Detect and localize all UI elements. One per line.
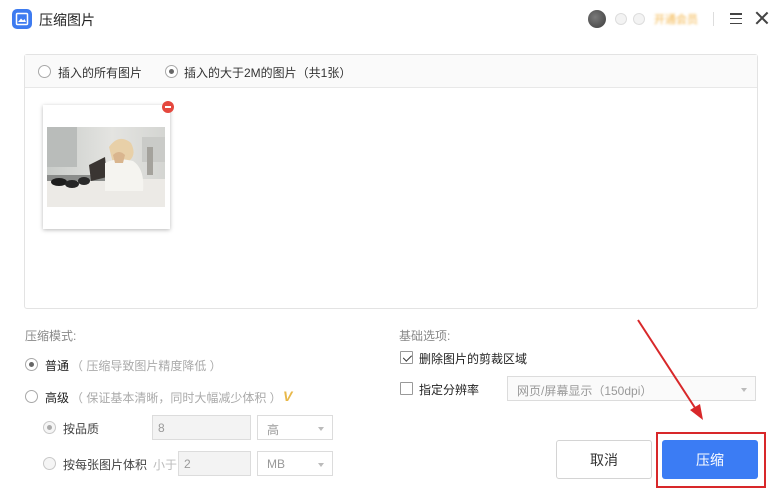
basic-options-title: 基础选项: bbox=[399, 329, 451, 343]
delete-cropped-checkbox[interactable] bbox=[400, 351, 413, 364]
by-quality-label[interactable]: 按品质 bbox=[63, 420, 99, 437]
by-size-radio[interactable] bbox=[43, 457, 56, 470]
remove-image-icon[interactable] bbox=[162, 101, 174, 113]
cancel-button[interactable]: 取消 bbox=[556, 440, 652, 479]
close-icon[interactable] bbox=[755, 11, 769, 25]
mode-normal-hint: （ 压缩导致图片精度降低 ） bbox=[71, 359, 222, 373]
thumbnail-photo bbox=[47, 127, 165, 207]
mode-normal-label[interactable]: 普通 bbox=[45, 357, 69, 374]
size-input[interactable]: 2 bbox=[178, 451, 251, 476]
image-thumbnail[interactable] bbox=[43, 105, 170, 229]
size-unit-value: MB bbox=[267, 457, 285, 471]
quality-input[interactable]: 8 bbox=[152, 415, 251, 440]
resolution-label[interactable]: 指定分辨率 bbox=[419, 381, 479, 398]
highlight-box bbox=[656, 432, 766, 488]
avatar[interactable] bbox=[588, 10, 606, 28]
compress-app-icon bbox=[12, 9, 32, 29]
image-filter-bar: 插入的所有图片 插入的大于2M的图片（共1张） bbox=[25, 55, 757, 88]
filter-large-label[interactable]: 插入的大于2M的图片（共1张） bbox=[184, 64, 351, 81]
quality-select[interactable]: 高 bbox=[257, 415, 333, 440]
vip-level-icon bbox=[633, 13, 645, 25]
chevron-down-icon bbox=[318, 463, 324, 467]
annotation-arrow-icon bbox=[637, 319, 703, 420]
filter-large-radio[interactable] bbox=[165, 65, 178, 78]
mode-advanced-label[interactable]: 高级 bbox=[45, 389, 69, 406]
by-size-label[interactable]: 按每张图片体积 bbox=[63, 456, 147, 473]
size-unit-select[interactable]: MB bbox=[257, 451, 333, 476]
compress-mode-title: 压缩模式: bbox=[25, 329, 77, 343]
delete-cropped-label[interactable]: 删除图片的剪裁区域 bbox=[419, 350, 527, 367]
title-bar: 压缩图片 开通会员 bbox=[0, 0, 783, 38]
vip-link[interactable]: 开通会员 bbox=[654, 11, 698, 27]
mode-advanced-radio[interactable] bbox=[25, 390, 38, 403]
quality-select-value: 高 bbox=[267, 423, 280, 437]
by-quality-radio[interactable] bbox=[43, 421, 56, 434]
mode-advanced-hint: （ 保证基本清晰，同时大幅减少体积 ） bbox=[71, 391, 282, 405]
chevron-down-icon bbox=[741, 388, 747, 392]
title-divider bbox=[713, 12, 714, 26]
filter-all-radio[interactable] bbox=[38, 65, 51, 78]
filter-all-label[interactable]: 插入的所有图片 bbox=[58, 64, 142, 81]
by-size-prefix: 小于 bbox=[153, 458, 178, 472]
menu-icon[interactable] bbox=[730, 13, 742, 25]
vip-badge-icon: V bbox=[283, 388, 293, 404]
image-panel: 插入的所有图片 插入的大于2M的图片（共1张） bbox=[24, 54, 758, 309]
vip-icon bbox=[615, 13, 627, 25]
window-title: 压缩图片 bbox=[39, 12, 95, 28]
chevron-down-icon bbox=[318, 427, 324, 431]
mode-normal-radio[interactable] bbox=[25, 358, 38, 371]
resolution-checkbox[interactable] bbox=[400, 382, 413, 395]
